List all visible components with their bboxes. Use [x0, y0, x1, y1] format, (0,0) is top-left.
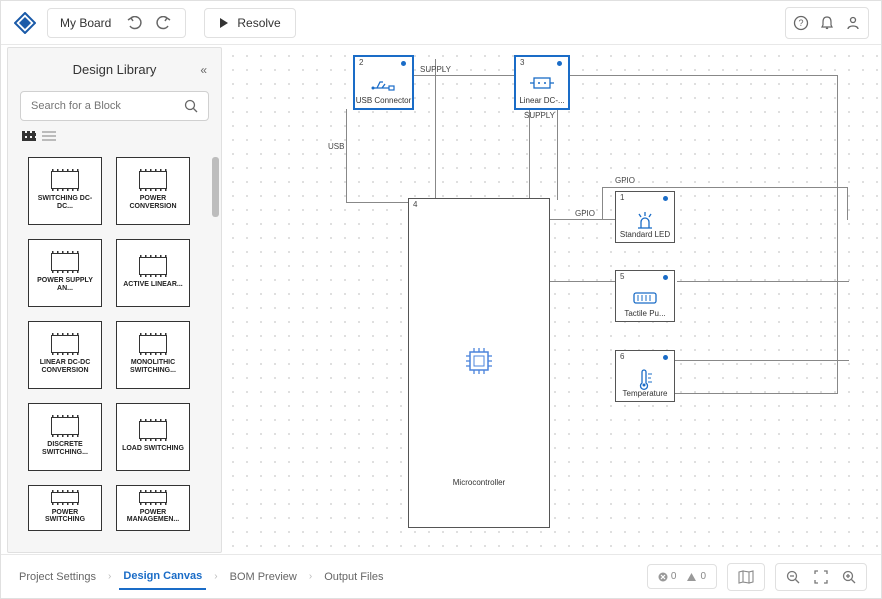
fit-screen-icon[interactable] [814, 570, 828, 584]
lib-item[interactable]: DISCRETE SWITCHING... [28, 403, 102, 471]
grid-view-icon[interactable] [22, 131, 36, 141]
chevron-right-icon: › [214, 571, 217, 582]
zoom-in-icon[interactable] [842, 570, 856, 584]
chip-icon [139, 257, 167, 275]
user-icon[interactable] [842, 12, 864, 34]
collapse-sidebar-icon[interactable]: « [200, 63, 207, 77]
scrollbar[interactable] [212, 157, 219, 217]
chevron-right-icon: › [108, 571, 111, 582]
play-icon [219, 17, 229, 29]
block-temperature[interactable]: 6 Temperature [615, 350, 675, 402]
list-view-icon[interactable] [42, 131, 56, 141]
lib-item[interactable]: MONOLITHIC SWITCHING... [116, 321, 190, 389]
lib-item[interactable]: LOAD SWITCHING [116, 403, 190, 471]
wire [602, 187, 848, 188]
wire [677, 281, 849, 282]
wire [550, 219, 616, 220]
wire [346, 202, 408, 203]
port-usb-label: USB [328, 142, 344, 151]
wire [602, 187, 603, 220]
chip-icon [139, 335, 167, 353]
lib-item[interactable]: LINEAR DC-DC CONVERSION [28, 321, 102, 389]
thermometer-icon [635, 369, 655, 391]
block-tactile-pushbutton[interactable]: 5 Tactile Pu... [615, 270, 675, 322]
svg-text:?: ? [798, 18, 803, 28]
error-icon: 0 [658, 571, 677, 582]
lib-item[interactable]: SWITCHING DC-DC... [28, 157, 102, 225]
regulator-icon [530, 75, 554, 91]
block-microcontroller[interactable]: 4 Microcontroller [408, 198, 550, 528]
board-title[interactable]: My Board [60, 16, 111, 30]
undo-icon[interactable] [125, 13, 145, 33]
tab-bom-preview[interactable]: BOM Preview [226, 565, 301, 589]
wire [346, 109, 347, 203]
help-icon[interactable]: ? [790, 12, 812, 34]
button-icon [632, 289, 658, 305]
chip-icon [51, 253, 79, 271]
block-usb-connector[interactable]: 2 USB Connector [353, 55, 414, 110]
chip-icon [51, 335, 79, 353]
lib-item[interactable]: POWER SWITCHING [28, 485, 102, 531]
cpu-icon [462, 344, 496, 378]
bell-icon[interactable] [816, 12, 838, 34]
port-supply-label: SUPPLY [524, 111, 555, 120]
port-supply-label: SUPPLY [420, 65, 451, 74]
map-icon[interactable] [727, 563, 765, 591]
wire [529, 109, 530, 199]
port-gpio-label: GPIO [575, 209, 595, 218]
tab-output-files[interactable]: Output Files [320, 565, 387, 589]
search-icon[interactable] [184, 99, 198, 113]
chip-icon [139, 492, 167, 503]
design-library-panel: Design Library « SWITCHING DC-DC... POWE… [7, 47, 222, 553]
led-icon [634, 210, 656, 230]
chip-icon [51, 417, 79, 435]
tab-project-settings[interactable]: Project Settings [15, 565, 100, 589]
wire [837, 75, 838, 394]
warning-icon: 0 [686, 571, 706, 582]
block-linear-dc[interactable]: 3 Linear DC-... [514, 55, 570, 110]
block-standard-led[interactable]: 1 Standard LED [615, 191, 675, 243]
lib-item[interactable]: POWER SUPPLY AN... [28, 239, 102, 307]
tab-design-canvas[interactable]: Design Canvas [119, 564, 206, 590]
lib-item[interactable]: POWER MANAGEMEN... [116, 485, 190, 531]
port-gpio-label: GPIO [615, 176, 635, 185]
wire [677, 360, 849, 361]
wire [847, 187, 848, 220]
chevron-right-icon: › [309, 571, 312, 582]
wire [435, 59, 436, 199]
lib-item[interactable]: ACTIVE LINEAR... [116, 239, 190, 307]
wire [550, 281, 616, 282]
resolve-button[interactable]: Resolve [204, 8, 295, 38]
search-input[interactable] [31, 100, 184, 112]
lib-item[interactable]: POWER CONVERSION [116, 157, 190, 225]
design-canvas[interactable]: SUPPLY SUPPLY USB GPIO GPIO 2 USB Connec… [222, 45, 881, 555]
issues-counter[interactable]: 0 0 [647, 564, 717, 589]
redo-icon[interactable] [153, 13, 173, 33]
wire [557, 75, 837, 76]
chip-icon [139, 171, 167, 189]
chip-icon [51, 492, 79, 503]
usb-icon [371, 75, 397, 93]
app-logo[interactable] [13, 11, 37, 35]
wire [665, 393, 837, 394]
wire [414, 75, 514, 76]
chip-icon [51, 171, 79, 189]
chip-icon [139, 421, 167, 439]
sidebar-title: Design Library [73, 62, 157, 77]
zoom-out-icon[interactable] [786, 570, 800, 584]
